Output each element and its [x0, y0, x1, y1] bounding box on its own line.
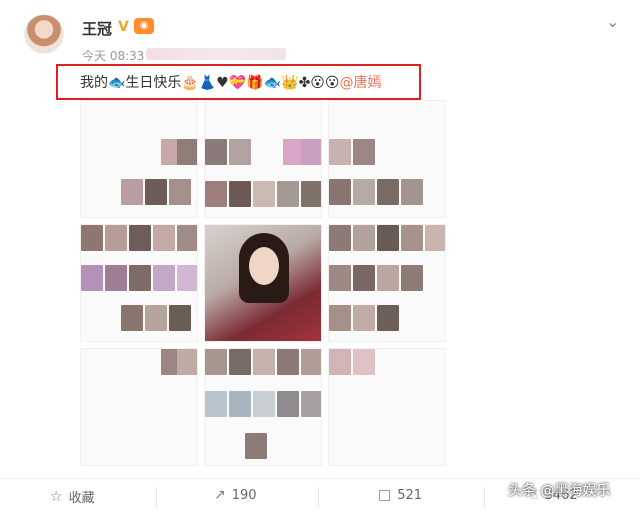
- grid-image-5-main[interactable]: [204, 224, 322, 342]
- thumb: [205, 139, 227, 165]
- vip-badge-icon: ◉: [134, 18, 154, 34]
- thumb: [229, 391, 251, 417]
- divider: [156, 487, 157, 507]
- thumb: [329, 265, 351, 291]
- thumb: [401, 225, 423, 251]
- grid-image-6[interactable]: [328, 224, 446, 342]
- thumb: [353, 265, 375, 291]
- grid-image-4[interactable]: [80, 224, 198, 342]
- author-name[interactable]: 王冠: [82, 18, 112, 39]
- thumb: [329, 139, 351, 165]
- favorite-label: 收藏: [68, 491, 95, 506]
- thumb: [105, 265, 127, 291]
- thumb: [377, 305, 399, 331]
- highlight-box: [56, 64, 421, 100]
- thumb: [425, 225, 445, 251]
- thumb: [329, 179, 351, 205]
- thumb: [377, 225, 399, 251]
- thumb: [121, 179, 143, 205]
- divider: [318, 487, 319, 507]
- repost-count: 190: [231, 487, 257, 503]
- thumb: [169, 305, 191, 331]
- thumb: [205, 391, 227, 417]
- thumb: [253, 391, 275, 417]
- thumb: [253, 349, 275, 375]
- thumb: [205, 349, 227, 375]
- grid-image-2[interactable]: [204, 100, 322, 218]
- thumb: [277, 349, 299, 375]
- grid-image-7[interactable]: [80, 348, 198, 466]
- image-grid: [80, 100, 448, 466]
- thumb: [81, 225, 103, 251]
- thumb: [229, 349, 251, 375]
- thumb: [353, 305, 375, 331]
- blurred-source: [146, 48, 286, 60]
- thumb: [277, 181, 299, 207]
- thumb: [229, 181, 251, 207]
- thumb: [153, 265, 175, 291]
- thumb: [145, 179, 167, 205]
- thumb: [301, 349, 321, 375]
- share-icon: ↗: [214, 487, 226, 503]
- thumb: [253, 181, 275, 207]
- thumb: [245, 433, 267, 459]
- thumb: [301, 181, 321, 207]
- thumb: [129, 225, 151, 251]
- thumb: [377, 179, 399, 205]
- grid-image-8[interactable]: [204, 348, 322, 466]
- comment-count: 521: [397, 487, 423, 503]
- grid-image-3[interactable]: [328, 100, 446, 218]
- chevron-down-icon[interactable]: ⌄: [606, 12, 619, 31]
- thumb: [401, 179, 423, 205]
- thumb: [205, 181, 227, 207]
- thumb: [353, 139, 375, 165]
- thumb: [353, 349, 375, 375]
- thumb: [277, 391, 299, 417]
- thumb: [301, 391, 321, 417]
- thumb: [329, 349, 351, 375]
- thumb: [301, 139, 321, 165]
- thumb: [401, 265, 423, 291]
- grid-image-1[interactable]: [80, 100, 198, 218]
- comment-button[interactable]: □ 521: [378, 487, 422, 503]
- thumb: [329, 305, 351, 331]
- watermark: 头条 @黑海娱乐: [508, 483, 611, 499]
- thumb: [329, 225, 351, 251]
- thumb: [145, 305, 167, 331]
- thumb: [177, 265, 197, 291]
- thumb: [105, 225, 127, 251]
- grid-image-9[interactable]: [328, 348, 446, 466]
- thumb: [177, 225, 197, 251]
- thumb: [129, 265, 151, 291]
- repost-button[interactable]: ↗ 190: [214, 487, 257, 503]
- divider: [484, 487, 485, 507]
- face: [249, 247, 279, 285]
- thumb: [177, 349, 197, 375]
- verified-icon: V: [118, 19, 129, 35]
- thumb: [353, 225, 375, 251]
- thumb: [153, 225, 175, 251]
- favorite-button[interactable]: ☆ 收藏: [50, 487, 95, 507]
- post-time[interactable]: 今天 08:33: [82, 47, 144, 64]
- thumb: [169, 179, 191, 205]
- thumb: [229, 139, 251, 165]
- avatar[interactable]: [24, 14, 64, 54]
- thumb: [81, 265, 103, 291]
- thumb: [121, 305, 143, 331]
- comment-icon: □: [378, 487, 392, 503]
- thumb: [177, 139, 197, 165]
- thumb: [353, 179, 375, 205]
- star-icon: ☆: [50, 488, 63, 505]
- thumb: [377, 265, 399, 291]
